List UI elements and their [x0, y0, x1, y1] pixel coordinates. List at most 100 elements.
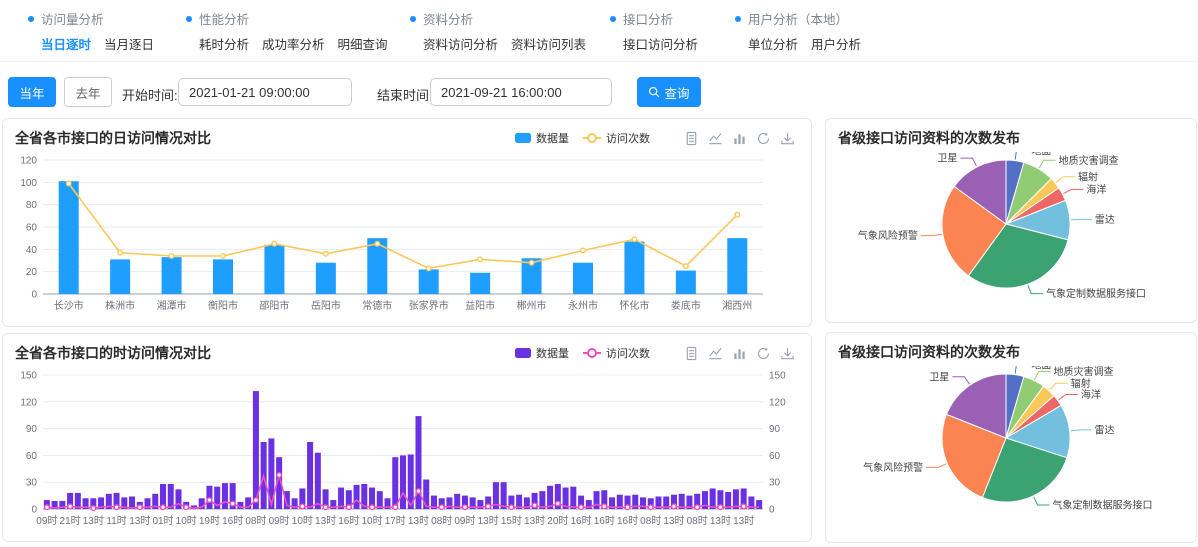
- bullet-icon: [735, 16, 741, 22]
- svg-text:08时: 08时: [245, 515, 266, 527]
- svg-text:地质灾害调查: 地质灾害调查: [1054, 366, 1114, 378]
- svg-text:辐射: 辐射: [1078, 170, 1098, 183]
- nav-item-success-rate[interactable]: 成功率分析: [262, 34, 325, 53]
- daily-bar-line-chart[interactable]: 020406080100120长沙市株洲市湘潭市衡阳市邵阳市岳阳市常德市张家界市…: [3, 152, 803, 324]
- last-year-button[interactable]: 去年: [64, 77, 112, 107]
- start-time-label: 开始时间:: [122, 85, 178, 104]
- line-swatch-icon: [583, 133, 601, 143]
- legend-item-databar[interactable]: 数据量: [515, 345, 569, 361]
- bar-chart-toggle-icon[interactable]: [732, 131, 747, 146]
- svg-text:张家界市: 张家界市: [409, 299, 449, 312]
- svg-text:0: 0: [31, 290, 37, 301]
- chart-legend: 数据量 访问次数: [515, 130, 650, 146]
- legend-item-visitline[interactable]: 访问次数: [583, 345, 650, 361]
- nav-section-performance: 性能分析 耗时分析 成功率分析 明细查询: [186, 9, 388, 53]
- restore-icon[interactable]: [756, 131, 771, 146]
- nav-item-time-cost[interactable]: 耗时分析: [199, 34, 249, 53]
- restore-icon[interactable]: [756, 346, 771, 361]
- nav-section-title: 资料分析: [423, 9, 473, 28]
- svg-text:150: 150: [769, 371, 786, 382]
- legend-item-visitline[interactable]: 访问次数: [583, 130, 650, 146]
- svg-text:16时: 16时: [222, 515, 243, 527]
- line-chart-toggle-icon[interactable]: [708, 346, 723, 361]
- svg-text:11时: 11时: [106, 515, 126, 527]
- search-button[interactable]: 查询: [637, 77, 701, 107]
- bar-chart-toggle-icon[interactable]: [732, 346, 747, 361]
- chart-title: 省级接口访问资料的次数发布: [838, 342, 1020, 362]
- svg-text:0: 0: [31, 505, 37, 516]
- svg-text:永州市: 永州市: [568, 299, 598, 312]
- chart-toolbox: [684, 346, 799, 361]
- nav-item-daily-month[interactable]: 当月逐日: [104, 34, 154, 53]
- svg-text:长沙市: 长沙市: [54, 299, 84, 312]
- data-view-icon[interactable]: [684, 346, 699, 361]
- svg-text:辐射: 辐射: [1071, 377, 1091, 390]
- chart-title: 全省各市接口的日访问情况对比: [15, 128, 211, 148]
- svg-text:01时: 01时: [152, 515, 173, 527]
- province-pie-chart-bottom[interactable]: 地面地质灾害调查辐射海洋雷达气象定制数据服务接口气象风险预警卫星: [826, 366, 1196, 538]
- legend-label: 数据量: [536, 345, 569, 361]
- svg-text:20时: 20时: [547, 515, 568, 527]
- svg-text:雷达: 雷达: [1095, 214, 1115, 226]
- svg-text:13时: 13时: [663, 515, 684, 527]
- svg-text:120: 120: [20, 156, 37, 167]
- top-nav: 访问量分析 当日逐时 当月逐日 性能分析 耗时分析 成功率分析 明细查询 资料分…: [0, 0, 1198, 62]
- this-year-button[interactable]: 当年: [8, 77, 56, 107]
- nav-section-title: 性能分析: [199, 9, 249, 28]
- svg-text:湘潭市: 湘潭市: [157, 299, 187, 312]
- svg-text:09时: 09时: [36, 515, 57, 527]
- nav-section-visit-analysis: 访问量分析 当日逐时 当月逐日: [28, 9, 154, 53]
- hourly-bar-line-chart[interactable]: 0030306060909012012015015009时21时13时11时13…: [3, 367, 803, 539]
- svg-text:80: 80: [26, 200, 38, 211]
- svg-text:100: 100: [20, 178, 37, 189]
- nav-item-interface-access-analysis[interactable]: 接口访问分析: [623, 34, 698, 53]
- svg-text:卫星: 卫星: [929, 371, 949, 383]
- legend-label: 数据量: [536, 130, 569, 146]
- nav-section-title: 用户分析（本地）: [748, 9, 848, 28]
- nav-item-data-access-list[interactable]: 资料访问列表: [511, 34, 586, 53]
- svg-text:雷达: 雷达: [1095, 424, 1115, 436]
- magnifier-icon: [648, 86, 660, 98]
- svg-text:13时: 13时: [129, 515, 150, 527]
- download-icon[interactable]: [780, 131, 795, 146]
- province-pie-chart-top[interactable]: 地面地质灾害调查辐射海洋雷达气象定制数据服务接口气象风险预警卫星: [826, 152, 1196, 320]
- nav-section-data-analysis: 资料分析 资料访问分析 资料访问列表: [410, 9, 586, 53]
- nav-item-hourly-today[interactable]: 当日逐时: [41, 34, 91, 53]
- legend-item-databar[interactable]: 数据量: [515, 130, 569, 146]
- svg-text:气象定制数据服务接口: 气象定制数据服务接口: [1046, 287, 1146, 300]
- search-button-label: 查询: [664, 83, 689, 102]
- legend-label: 访问次数: [606, 345, 650, 361]
- svg-text:岳阳市: 岳阳市: [311, 299, 341, 312]
- nav-item-user-analysis[interactable]: 用户分析: [811, 34, 861, 53]
- svg-text:13时: 13时: [315, 515, 336, 527]
- download-icon[interactable]: [780, 346, 795, 361]
- svg-text:10时: 10时: [361, 515, 382, 527]
- svg-text:气象风险预警: 气象风险预警: [858, 229, 918, 242]
- nav-item-data-access-analysis[interactable]: 资料访问分析: [423, 34, 498, 53]
- svg-text:衡阳市: 衡阳市: [208, 299, 238, 312]
- svg-text:120: 120: [20, 397, 37, 408]
- svg-text:08时: 08时: [431, 515, 452, 527]
- line-chart-toggle-icon[interactable]: [708, 131, 723, 146]
- nav-item-detail-query[interactable]: 明细查询: [338, 34, 388, 53]
- svg-text:10时: 10时: [292, 515, 313, 527]
- hourly-chart-panel: 全省各市接口的时访问情况对比 数据量 访问次数 0030306060909012…: [2, 333, 812, 542]
- svg-text:地面: 地面: [1031, 152, 1051, 157]
- bullet-icon: [610, 16, 616, 22]
- svg-text:0: 0: [769, 505, 775, 516]
- province-pie-panel-top: 省级接口访问资料的次数发布 地面地质灾害调查辐射海洋雷达气象定制数据服务接口气象…: [825, 118, 1197, 323]
- svg-text:21时: 21时: [60, 515, 81, 527]
- svg-text:邵阳市: 邵阳市: [259, 299, 289, 312]
- data-view-icon[interactable]: [684, 131, 699, 146]
- end-time-input[interactable]: [430, 78, 612, 106]
- svg-text:娄底市: 娄底市: [671, 299, 701, 312]
- svg-text:气象定制数据服务接口: 气象定制数据服务接口: [1053, 498, 1153, 511]
- start-time-input[interactable]: [178, 78, 352, 106]
- svg-text:常德市: 常德市: [362, 299, 392, 312]
- svg-text:17时: 17时: [385, 515, 406, 527]
- svg-text:60: 60: [26, 451, 38, 462]
- analytics-dashboard: 访问量分析 当日逐时 当月逐日 性能分析 耗时分析 成功率分析 明细查询 资料分…: [0, 0, 1198, 547]
- daily-chart-panel: 全省各市接口的日访问情况对比 数据量 访问次数 020406080100120长…: [2, 118, 812, 327]
- nav-item-unit-analysis[interactable]: 单位分析: [748, 34, 798, 53]
- svg-text:郴州市: 郴州市: [517, 299, 547, 312]
